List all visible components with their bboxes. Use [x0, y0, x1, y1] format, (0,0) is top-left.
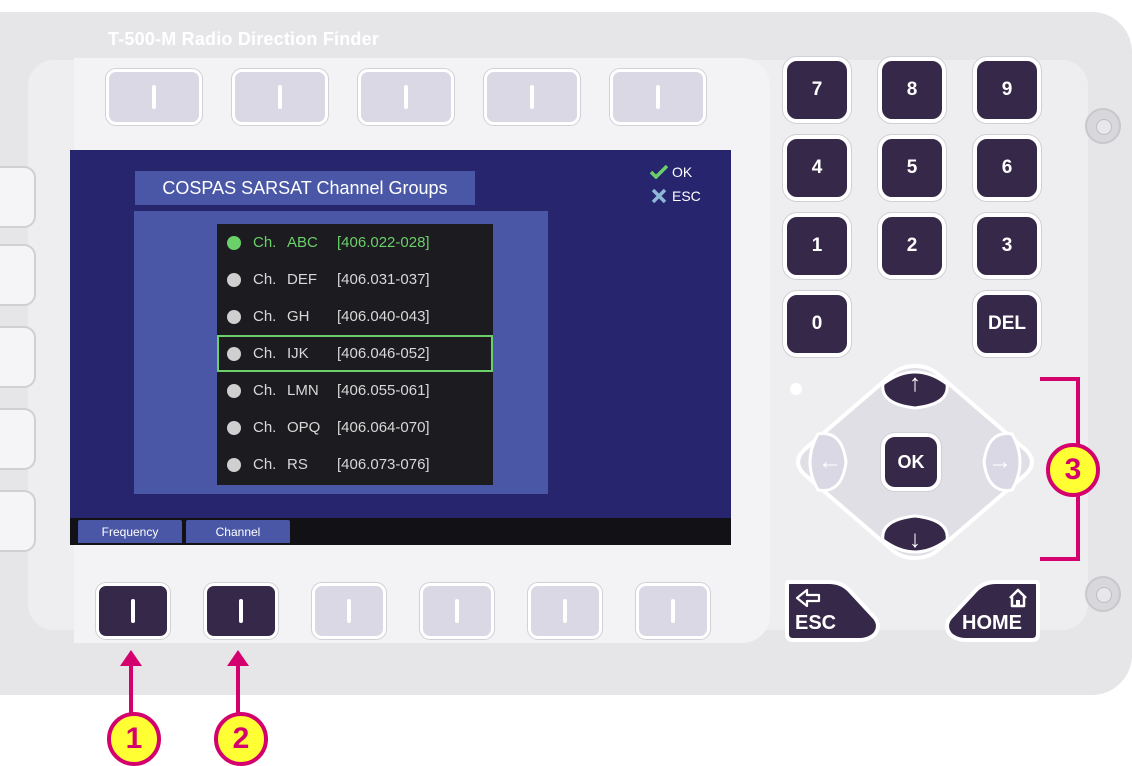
top-softkey-2[interactable] [232, 69, 328, 125]
frequency-range: [406.031-037] [337, 271, 430, 288]
screen-title: COSPAS SARSAT Channel Groups [135, 171, 475, 205]
scroll-up-icon[interactable] [498, 338, 508, 346]
side-clip [0, 244, 36, 306]
frequency-range: [406.064-070] [337, 419, 430, 436]
list-item[interactable]: Ch. RS [406.073-076] [217, 446, 493, 483]
channel-group: ABC [287, 234, 318, 251]
frequency-range: [406.046-052] [337, 345, 430, 362]
channel-group: GH [287, 308, 310, 325]
left-arrow-button[interactable]: ← [810, 442, 850, 482]
top-softkey-4[interactable] [484, 69, 580, 125]
ok-hint-label: OK [672, 164, 693, 180]
key-9[interactable]: 9 [973, 57, 1041, 123]
key-8[interactable]: 8 [878, 57, 946, 123]
channel-prefix: Ch. [253, 308, 277, 325]
key-4[interactable]: 4 [783, 135, 851, 201]
side-clip [0, 166, 36, 228]
channel-group-list: Ch. ABC [406.022-028] Ch. DEF [406.031-0… [217, 224, 493, 485]
home-button[interactable]: HOME [942, 578, 1042, 644]
direction-pad: ↑ ↓ ← → OK [790, 362, 1040, 562]
display-screen: COSPAS SARSAT Channel Groups OK ESC Ch. … [70, 150, 731, 545]
annotation-badge-3: 3 [1046, 443, 1100, 497]
bottom-softkey-5[interactable] [528, 583, 602, 639]
scroll-down-icon[interactable] [498, 358, 508, 366]
list-item[interactable]: Ch. LMN [406.055-061] [217, 372, 493, 409]
list-item[interactable]: Ch. GH [406.040-043] [217, 298, 493, 335]
bottom-softkey-4[interactable] [420, 583, 494, 639]
bottom-softkey-1[interactable] [96, 583, 170, 639]
channel-group: DEF [287, 271, 317, 288]
bottom-softkey-6[interactable] [636, 583, 710, 639]
frequency-range: [406.073-076] [337, 456, 430, 473]
right-arrow-button[interactable]: → [980, 442, 1020, 482]
screw-icon [1085, 576, 1121, 612]
list-item[interactable]: Ch. OPQ [406.064-070] [217, 409, 493, 446]
pointer-line [129, 664, 133, 714]
top-softkey-3[interactable] [358, 69, 454, 125]
del-button[interactable]: DEL [973, 291, 1041, 357]
key-1[interactable]: 1 [783, 213, 851, 279]
key-7[interactable]: 7 [783, 57, 851, 123]
list-item[interactable]: Ch. ABC [406.022-028] [217, 224, 493, 261]
screw-icon [1085, 108, 1121, 144]
bottom-softkey-2[interactable] [204, 583, 278, 639]
key-3[interactable]: 3 [973, 213, 1041, 279]
annotation-badge-1: 1 [107, 712, 161, 766]
side-clip [0, 326, 36, 388]
frequency-range: [406.022-028] [337, 234, 430, 251]
frequency-range: [406.055-061] [337, 382, 430, 399]
device-title: T-500-M Radio Direction Finder [108, 29, 380, 49]
frequency-range: [406.040-043] [337, 308, 430, 325]
softkey-label-bar: Frequency Channel [70, 518, 731, 545]
channel-prefix: Ch. [253, 234, 277, 251]
status-dot-icon [227, 272, 241, 287]
status-dot-icon [227, 383, 241, 398]
ok-hint: OK [650, 164, 692, 180]
esc-hint: ESC [650, 188, 701, 204]
side-clip [0, 408, 36, 470]
channel-prefix: Ch. [253, 456, 277, 473]
cross-icon [651, 189, 667, 203]
channel-group: OPQ [287, 419, 321, 436]
top-softkey-1[interactable] [106, 69, 202, 125]
tab-channel[interactable]: Channel [186, 520, 290, 543]
status-dot-icon [227, 457, 241, 472]
status-dot-icon [227, 235, 241, 250]
key-0[interactable]: 0 [783, 291, 851, 357]
pointer-line [236, 664, 240, 714]
list-item[interactable]: Ch. DEF [406.031-037] [217, 261, 493, 298]
channel-prefix: Ch. [253, 271, 277, 288]
esc-hint-label: ESC [672, 188, 701, 204]
ok-button[interactable]: OK [881, 433, 941, 491]
channel-prefix: Ch. [253, 345, 277, 362]
key-5[interactable]: 5 [878, 135, 946, 201]
up-arrow-button[interactable]: ↑ [895, 364, 935, 404]
status-dot-icon [227, 420, 241, 435]
home-label: HOME [962, 612, 1022, 634]
list-item-selected[interactable]: Ch. IJK [406.046-052] [217, 335, 493, 372]
channel-prefix: Ch. [253, 382, 277, 399]
annotation-badge-2: 2 [214, 712, 268, 766]
esc-button[interactable]: ESC [783, 578, 883, 644]
key-2[interactable]: 2 [878, 213, 946, 279]
down-arrow-button[interactable]: ↓ [895, 520, 935, 560]
esc-label: ESC [795, 612, 837, 634]
top-softkey-5[interactable] [610, 69, 706, 125]
status-dot-icon [227, 346, 241, 361]
status-dot-icon [227, 309, 241, 324]
bottom-softkey-3[interactable] [312, 583, 386, 639]
channel-prefix: Ch. [253, 419, 277, 436]
check-icon [650, 165, 668, 179]
key-6[interactable]: 6 [973, 135, 1041, 201]
channel-group: IJK [287, 345, 309, 362]
side-clip [0, 490, 36, 552]
channel-group: RS [287, 456, 308, 473]
tab-frequency[interactable]: Frequency [78, 520, 182, 543]
channel-group: LMN [287, 382, 319, 399]
